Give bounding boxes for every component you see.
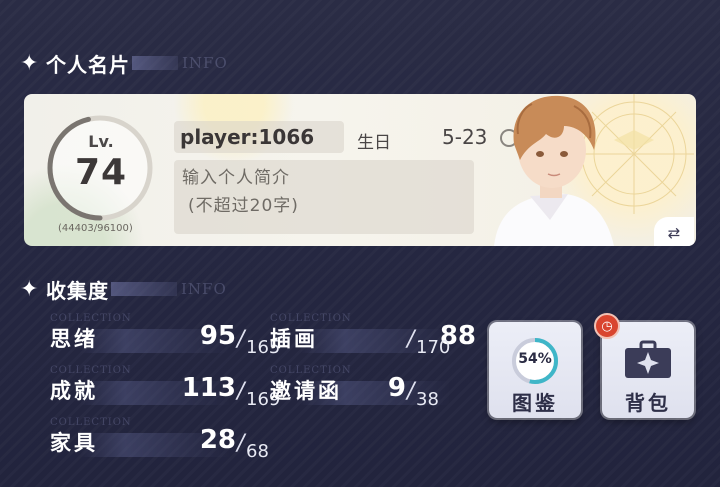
card-section-label: 个人名片	[46, 52, 130, 77]
stat-slash: /	[407, 327, 415, 352]
atlas-percent: 54%	[518, 351, 552, 367]
stat-total: 170	[416, 337, 451, 358]
bag-button[interactable]: 背包	[602, 322, 694, 418]
stat-furniture: COLLECTION 家具 28 / 68	[50, 417, 269, 467]
stat-label: 邀请函	[270, 379, 342, 403]
collection-section-ghost: INFO	[181, 280, 227, 298]
level-value: 74	[74, 152, 128, 193]
stat-label: 思绪	[50, 327, 98, 351]
stat-slash: /	[237, 379, 245, 404]
sparkle-icon: ✦	[20, 276, 39, 302]
birthday-label: 生日	[357, 133, 391, 153]
bag-icon	[625, 340, 671, 378]
bag-label: 背包	[625, 391, 671, 415]
stat-total: 38	[416, 389, 439, 410]
stat-total: 68	[246, 441, 269, 462]
stat-label: 成就	[50, 379, 98, 403]
swap-icon[interactable]: ⇄	[654, 217, 694, 246]
intro-placeholder-line1: 输入个人简介	[182, 168, 290, 188]
level-label: Lv.	[88, 132, 114, 151]
stat-slash: /	[407, 379, 415, 404]
stat-achievements: COLLECTION 成就 113 / 169	[50, 365, 280, 415]
collection-section-title: ✦ 收集度 INFO	[20, 274, 227, 304]
intro-placeholder-line2: (不超过20字)	[188, 196, 299, 216]
stat-value: 95	[199, 321, 236, 351]
clock-badge-icon: ◷	[594, 313, 620, 339]
intro-input[interactable]: 输入个人简介 (不超过20字)	[182, 164, 299, 220]
player-name[interactable]: player:1066	[180, 125, 314, 149]
stat-thoughts: COLLECTION 思绪 95 / 165	[50, 313, 280, 363]
atlas-button[interactable]: 54% 图鉴	[489, 322, 581, 418]
collection-section-label: 收集度	[46, 278, 109, 303]
profile-card[interactable]: Lv. 74 (44403/96100) player:1066 生日 5-23…	[24, 94, 696, 246]
stat-value: 28	[199, 425, 236, 455]
sparkle-icon: ✦	[20, 50, 39, 76]
stat-illustrations: COLLECTION 插画 88 / 170	[270, 313, 476, 363]
stat-label: 家具	[50, 431, 98, 455]
stat-invitations: COLLECTION 邀请函 9 / 38	[270, 365, 470, 415]
exp-progress-text: (44403/96100)	[58, 223, 133, 234]
stat-slash: /	[237, 327, 245, 352]
stat-value: 9	[387, 373, 406, 403]
stat-slash: /	[237, 431, 245, 456]
card-section-ghost: INFO	[182, 54, 228, 72]
card-section-title: ✦ 个人名片 INFO	[20, 48, 228, 78]
stat-label: 插画	[270, 327, 318, 351]
title-decor-bar	[111, 282, 177, 296]
stat-value: 113	[181, 373, 236, 403]
atlas-label: 图鉴	[512, 391, 558, 415]
title-decor-bar	[132, 56, 178, 70]
